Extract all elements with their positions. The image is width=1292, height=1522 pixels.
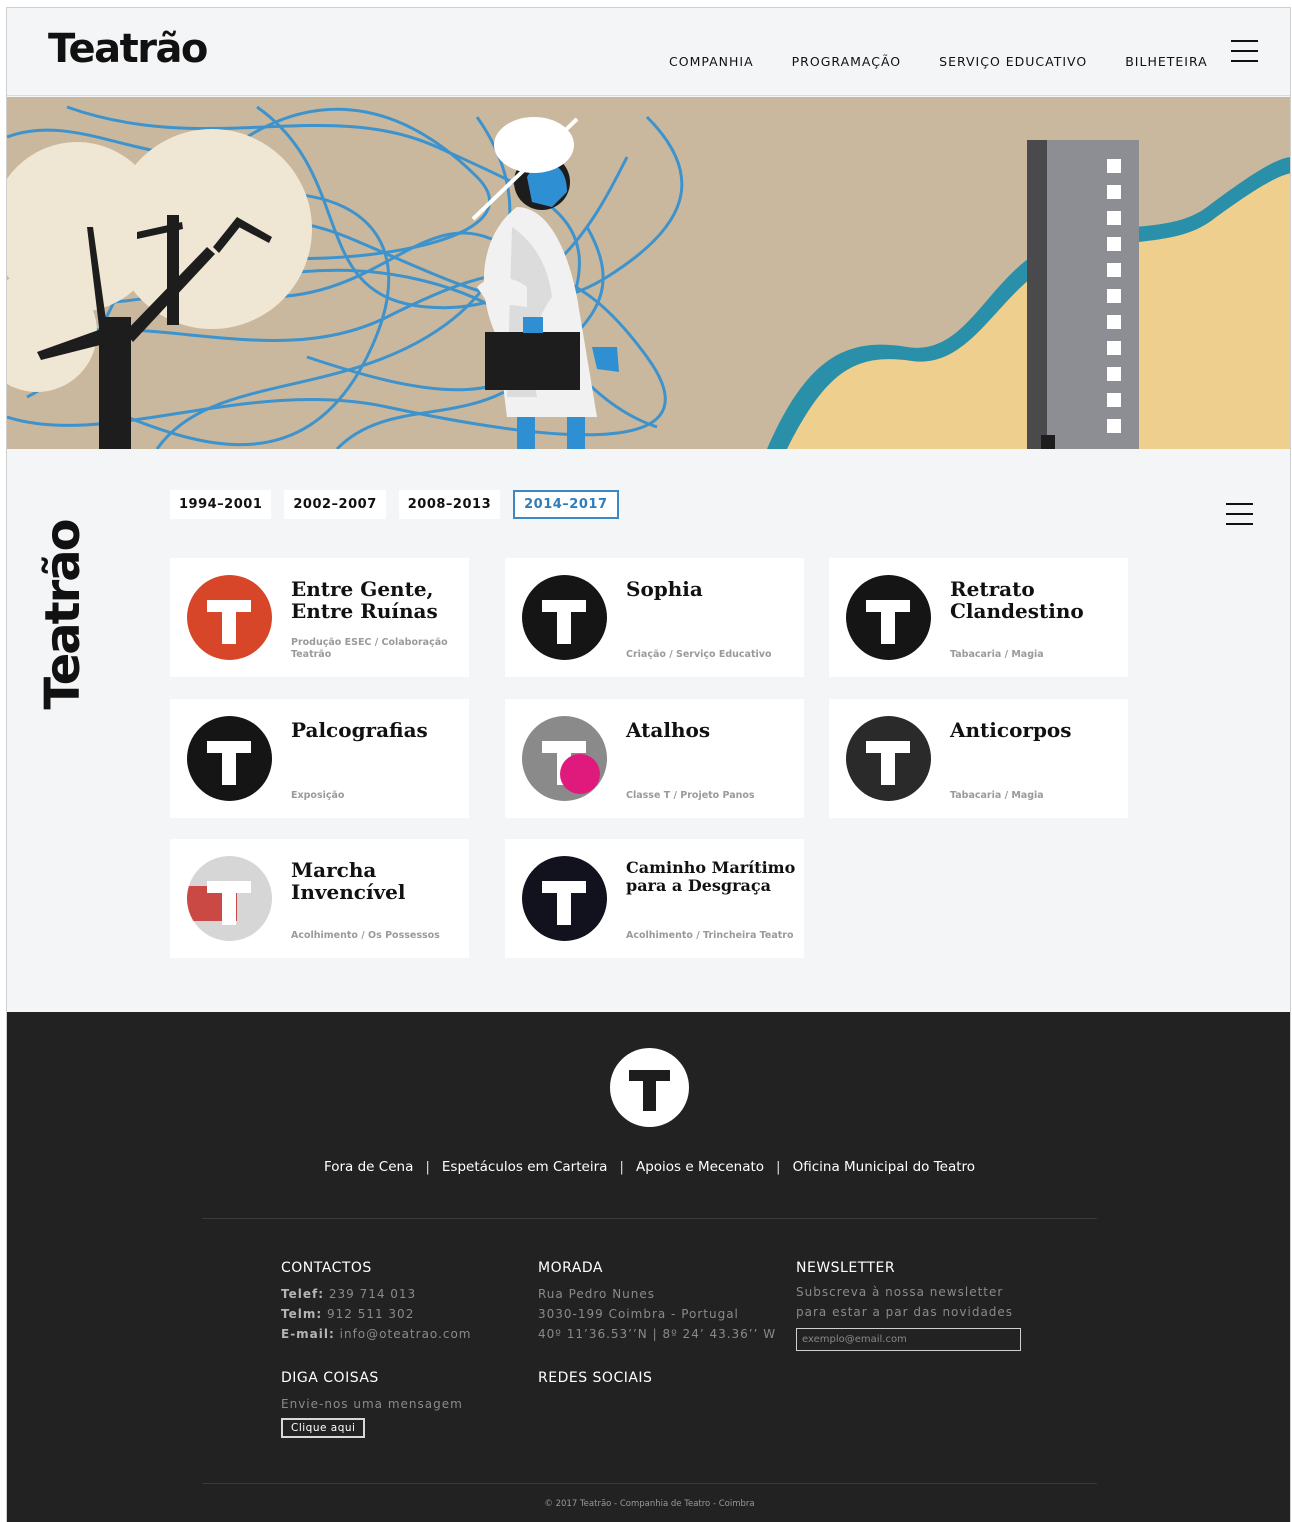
- show-card-retrato-clandestino[interactable]: Retrato Clandestino Tabacaria / Magia: [829, 558, 1128, 677]
- footer-newsletter: NEWSLETTER Subscreva à nossa newsletter …: [796, 1260, 1021, 1351]
- newsletter-text-2: para estar a par das novidades: [796, 1305, 1014, 1319]
- show-title[interactable]: Sophia: [626, 578, 796, 600]
- show-subtitle: Acolhimento / Os Possessos: [291, 930, 440, 941]
- show-thumbnail: [187, 575, 272, 660]
- main-nav: COMPANHIA PROGRAMAÇÃO SERVIÇO EDUCATIVO …: [669, 54, 1246, 69]
- show-card-caminho-maritimo[interactable]: Caminho Marítimo para a Desgraça Acolhim…: [505, 839, 804, 958]
- contactos-heading: CONTACTOS: [281, 1260, 372, 1276]
- nav-bilheteira[interactable]: BILHETEIRA: [1125, 54, 1207, 69]
- footer-diga-coisas: DIGA COISAS Envie-nos uma mensagem Cliqu…: [281, 1370, 463, 1438]
- show-title[interactable]: Entre Gente, Entre Ruínas: [291, 578, 461, 622]
- show-thumbnail: [522, 575, 607, 660]
- morada-heading: MORADA: [538, 1260, 603, 1276]
- tab-2008-2013[interactable]: 2008–2013: [398, 490, 501, 519]
- address-coordinates: 40º 11’36.53’’N | 8º 24’ 43.36’’ W: [538, 1327, 777, 1341]
- contact-mobile: Telm: 912 511 302: [281, 1307, 415, 1321]
- show-title[interactable]: Palcografias: [291, 719, 461, 741]
- newsletter-text-1: Subscreva à nossa newsletter: [796, 1285, 1004, 1299]
- show-thumbnail: [187, 856, 272, 941]
- show-card-atalhos[interactable]: Atalhos Classe T / Projeto Panos: [505, 699, 804, 818]
- show-subtitle: Produção ESEC / Colaboração Teatrão: [291, 637, 448, 660]
- address-city: 3030-199 Coimbra - Portugal: [538, 1307, 739, 1321]
- address-street: Rua Pedro Nunes: [538, 1287, 656, 1301]
- show-title[interactable]: Marcha Invencível: [291, 859, 461, 903]
- footer-link-fora-de-cena[interactable]: Fora de Cena: [324, 1159, 413, 1175]
- tab-2002-2007[interactable]: 2002–2007: [284, 490, 386, 519]
- show-card-marcha-invencivel[interactable]: Marcha Invencível Acolhimento / Os Posse…: [170, 839, 469, 958]
- diga-text: Envie-nos uma mensagem: [281, 1397, 463, 1411]
- show-subtitle: Tabacaria / Magia: [950, 790, 1044, 801]
- show-subtitle: Classe T / Projeto Panos: [626, 790, 755, 801]
- show-title[interactable]: Caminho Marítimo para a Desgraça: [626, 859, 796, 895]
- footer-link-apoios[interactable]: Apoios e Mecenato: [636, 1159, 764, 1175]
- redes-heading: REDES SOCIAIS: [538, 1370, 653, 1386]
- hero-artwork: [7, 97, 1290, 449]
- footer-logo-icon[interactable]: [610, 1048, 689, 1127]
- diga-heading: DIGA COISAS: [281, 1370, 379, 1386]
- footer-contactos: CONTACTOS Telef: 239 714 013 Telm: 912 5…: [281, 1260, 472, 1344]
- footer-links: Fora de Cena | Espetáculos em Carteira | Apo…: [323, 1159, 976, 1175]
- show-subtitle: Criação / Serviço Educativo: [626, 649, 772, 660]
- contact-button[interactable]: Clique aqui: [281, 1418, 366, 1438]
- show-thumbnail: [846, 575, 931, 660]
- footer-link-oficina[interactable]: Oficina Municipal do Teatro: [793, 1159, 975, 1175]
- period-tabs: 1994–2001 2002–2007 2008–2013 2014–2017: [170, 490, 632, 519]
- contact-phone: Telef: 239 714 013: [281, 1287, 417, 1301]
- tab-1994-2001[interactable]: 1994–2001: [170, 490, 272, 519]
- nav-programacao[interactable]: PROGRAMAÇÃO: [792, 54, 902, 69]
- page-frame: Teatrão COMPANHIA PROGRAMAÇÃO SERVIÇO ED…: [6, 7, 1291, 1522]
- show-title[interactable]: Anticorpos: [950, 719, 1120, 741]
- site-header: Teatrão COMPANHIA PROGRAMAÇÃO SERVIÇO ED…: [7, 8, 1290, 96]
- footer-morada: MORADA Rua Pedro Nunes 3030-199 Coimbra …: [538, 1260, 776, 1344]
- copyright: © 2017 Teatrão - Companhia de Teatro - C…: [544, 1499, 755, 1509]
- menu-icon[interactable]: [1231, 40, 1258, 62]
- newsletter-email-input[interactable]: [796, 1328, 1021, 1351]
- show-thumbnail: [522, 716, 607, 801]
- hero-illustration: [7, 97, 1290, 449]
- show-title[interactable]: Retrato Clandestino: [950, 578, 1120, 622]
- newsletter-heading: NEWSLETTER: [796, 1260, 896, 1276]
- vertical-logo-text: Teatrão: [35, 520, 91, 710]
- show-subtitle: Tabacaria / Magia: [950, 649, 1044, 660]
- list-menu-icon[interactable]: [1226, 503, 1253, 525]
- show-subtitle: Acolhimento / Trincheira Teatro: [626, 930, 794, 941]
- show-card-palcografias[interactable]: Palcografias Exposição: [170, 699, 469, 818]
- site-footer: Fora de Cena | Espetáculos em Carteira | Apo…: [7, 1012, 1290, 1522]
- contact-email[interactable]: E-mail: info@oteatrao.com: [281, 1324, 472, 1344]
- tab-2014-2017[interactable]: 2014–2017: [513, 490, 619, 519]
- show-card-sophia[interactable]: Sophia Criação / Serviço Educativo: [505, 558, 804, 677]
- show-thumbnail: [522, 856, 607, 941]
- archive-section: Teatrão 1994–2001 2002–2007 2008–2013 20…: [7, 449, 1290, 1012]
- footer-divider: [202, 1218, 1097, 1219]
- show-card-anticorpos[interactable]: Anticorpos Tabacaria / Magia: [829, 699, 1128, 818]
- show-title[interactable]: Atalhos: [626, 719, 796, 741]
- vertical-logo: Teatrão: [35, 499, 91, 731]
- show-subtitle: Exposição: [291, 790, 345, 801]
- site-logo[interactable]: Teatrão: [48, 26, 208, 72]
- show-thumbnail: [187, 716, 272, 801]
- nav-servico-educativo[interactable]: SERVIÇO EDUCATIVO: [939, 54, 1087, 69]
- footer-redes-sociais: REDES SOCIAIS: [538, 1370, 652, 1394]
- nav-companhia[interactable]: COMPANHIA: [669, 54, 754, 69]
- show-card-entre-gente[interactable]: Entre Gente, Entre Ruínas Produção ESEC …: [170, 558, 469, 677]
- footer-link-espetaculos[interactable]: Espetáculos em Carteira: [442, 1159, 608, 1175]
- show-thumbnail: [846, 716, 931, 801]
- footer-divider-bottom: [202, 1483, 1097, 1484]
